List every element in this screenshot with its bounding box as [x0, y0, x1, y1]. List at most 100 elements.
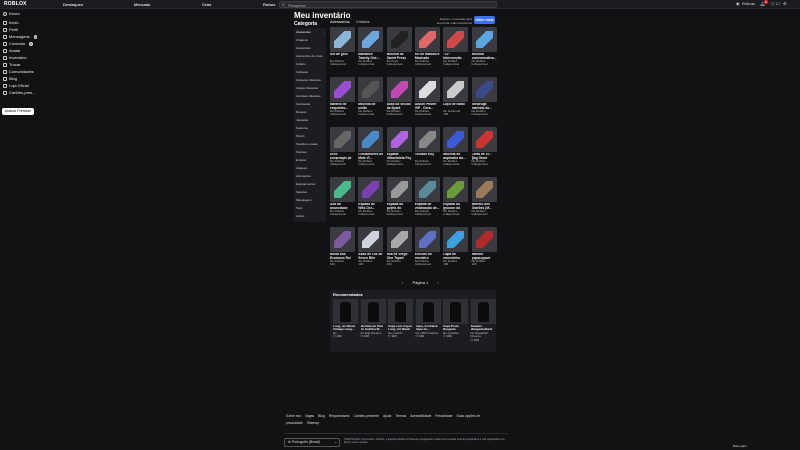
- inventory-item-card[interactable]: Espada de vindicação de... De Roblox Indis…: [414, 177, 440, 217]
- recommended-thumbnail[interactable]: [333, 299, 358, 324]
- footer-link[interactable]: Blog: [318, 414, 325, 418]
- category-item[interactable]: Chapéus: [296, 38, 308, 42]
- recommended-thumbnail[interactable]: [443, 299, 468, 324]
- footer-link[interactable]: Ajuda: [383, 414, 391, 418]
- item-thumbnail[interactable]: [330, 177, 355, 202]
- category-item[interactable]: Pacotes: [296, 150, 307, 154]
- inventory-item-card[interactable]: Asas de Luz de Seven Bite De Roblox 100: [358, 227, 384, 267]
- item-thumbnail[interactable]: [471, 227, 497, 252]
- sidebar-item-blog[interactable]: Blog: [3, 76, 17, 81]
- sidebar-item-messages[interactable]: Mensagens 1: [3, 34, 38, 39]
- inventory-item-card[interactable]: Espada de Wild-Oct... De Roblox Indisponív…: [358, 177, 384, 217]
- recommended-item-card[interactable]: Sweater Mangada Black Scena...De Nissa00…: [470, 299, 496, 342]
- inventory-item-card[interactable]: Álbum Poster VIP - Cera... De Roblox Indis…: [414, 77, 440, 117]
- nav-robux[interactable]: Robux: [263, 2, 275, 7]
- inventory-item-card[interactable]: Mochila de união De Roblox Indisponível: [358, 77, 384, 117]
- category-item[interactable]: Emotes: [296, 158, 306, 162]
- inventory-item-card[interactable]: Espada Ultravioleta Fey De Roblox Indispon…: [386, 127, 412, 167]
- item-thumbnail[interactable]: [443, 27, 469, 52]
- item-thumbnail[interactable]: [471, 77, 497, 102]
- get-more-button[interactable]: Obter mais: [474, 16, 495, 24]
- sidebar-item-connect[interactable]: Conectar 3: [3, 41, 33, 46]
- item-thumbnail[interactable]: [414, 127, 440, 152]
- inventory-item-card[interactable]: Bolsa dos Ecoíanos Rei De Roblox 100: [330, 227, 355, 267]
- item-thumbnail[interactable]: [386, 177, 412, 202]
- footer-link[interactable]: Sitemap: [307, 421, 319, 425]
- chat-button[interactable]: Bate-papo: [733, 444, 747, 448]
- category-item[interactable]: Ações: [296, 214, 304, 218]
- category-item[interactable]: Ataques: [296, 166, 307, 170]
- footer-link[interactable]: Acessibilidade: [410, 414, 431, 418]
- footer-link[interactable]: Responsáveis: [329, 414, 350, 418]
- inventory-item-card[interactable]: Arco encarnado de luminação A...De Roblo…: [330, 127, 355, 167]
- item-thumbnail[interactable]: [358, 27, 384, 52]
- category-item[interactable]: Animações: [296, 174, 311, 178]
- inventory-item-card[interactable]: Martelo espaçonave Super Sha...De Roblox…: [471, 227, 497, 267]
- recommended-thumbnail[interactable]: [470, 299, 496, 324]
- item-thumbnail[interactable]: [386, 27, 412, 52]
- roblox-logo[interactable]: ROBLOX: [4, 1, 27, 7]
- item-thumbnail[interactable]: [443, 127, 469, 152]
- sidebar-item-avatar[interactable]: Avatar: [3, 48, 21, 53]
- item-thumbnail[interactable]: [414, 27, 440, 52]
- sidebar-item-home[interactable]: Início: [3, 20, 19, 25]
- inventory-item-card[interactable]: Cristalesfera do Mais Vi... De Roblox Indi…: [358, 127, 384, 167]
- inventory-item-card[interactable]: Martelo dos Galeões (M... De Roblox Indisp…: [471, 177, 497, 217]
- gear-icon[interactable]: ⚙: [783, 1, 787, 6]
- inventory-item-card[interactable]: Kit de Manicure Machado De Roblox Indispon…: [414, 27, 440, 67]
- category-item[interactable]: Maquiagem: [296, 198, 312, 202]
- item-thumbnail[interactable]: [358, 127, 384, 152]
- category-item[interactable]: Tops: [296, 206, 302, 210]
- inventory-item-card[interactable]: Asa do anunciador De Roblox Indisponível: [330, 177, 355, 217]
- sidebar-item-profile-page[interactable]: Perfil: [3, 27, 18, 32]
- category-item[interactable]: Acessórios: [296, 30, 311, 34]
- inventory-item-card[interactable]: Carta de 10 - Bag Giant Bea...De RobloxI…: [471, 127, 497, 167]
- inventory-item-card[interactable]: Laço de Natal De Lurlinund 100: [443, 77, 469, 117]
- category-item[interactable]: Cabeças: [296, 70, 308, 74]
- item-thumbnail[interactable]: [471, 127, 497, 152]
- recommended-thumbnail[interactable]: [388, 299, 413, 324]
- category-item[interactable]: Sapatos: [296, 190, 307, 194]
- item-thumbnail[interactable]: [330, 27, 355, 52]
- sidebar-item-official-store[interactable]: Loja Oficial: [3, 83, 29, 88]
- category-item[interactable]: Calças clássicas: [296, 86, 318, 90]
- item-thumbnail[interactable]: [386, 227, 412, 252]
- item-thumbnail[interactable]: [358, 77, 384, 102]
- recommended-item-card[interactable]: Mochila de Pele de Galinha M... De Ellg D…: [360, 299, 386, 339]
- item-thumbnail[interactable]: [386, 77, 412, 102]
- recommended-item-card[interactable]: Capa Preta Rasgada De Queldes ⬡ 100: [443, 299, 468, 339]
- inventory-item-card[interactable]: Asa de Verge-Dior Taped De Roblox 100: [386, 227, 412, 267]
- category-item[interactable]: Jaquetas: [296, 118, 308, 122]
- category-item[interactable]: Shorts: [296, 134, 305, 138]
- category-item[interactable]: Cabelo: [296, 62, 306, 66]
- item-thumbnail[interactable]: [414, 227, 440, 252]
- item-thumbnail[interactable]: [471, 177, 497, 202]
- inventory-item-card[interactable]: "LV" Intervenção De Roblox Indisponível: [443, 27, 469, 67]
- item-thumbnail[interactable]: [414, 77, 440, 102]
- inventory-item-card[interactable]: Capa de emendeiro De Roblox 100: [443, 227, 469, 267]
- nav-mercado[interactable]: Mercado: [134, 2, 150, 7]
- inventory-item-card[interactable]: Set de gelo De Roblox Indisponível: [330, 27, 355, 67]
- sidebar-item-inventory[interactable]: Inventário: [3, 55, 27, 60]
- category-item[interactable]: Roupas: [296, 110, 306, 114]
- inventory-item-card[interactable]: Mochila de aspirador da... De Roblox Indis…: [443, 127, 469, 167]
- tab-created[interactable]: Criados: [356, 19, 370, 24]
- inventory-item-card[interactable]: Bandeira Twenty One... De Roblox Indisponí…: [358, 27, 384, 67]
- user-avatar-icon[interactable]: ◉: [736, 1, 740, 6]
- inventory-item-card[interactable]: Mochila comemorativa... De Roblox Indispon…: [471, 27, 497, 67]
- premium-button[interactable]: Assinar Premium: [2, 108, 34, 115]
- item-thumbnail[interactable]: [443, 177, 469, 202]
- inventory-item-card[interactable]: Escudo do vendeiro De Roblox Indisponível: [414, 227, 440, 267]
- search-bar[interactable]: ⌕ Pesquisar: [279, 1, 497, 8]
- item-thumbnail[interactable]: [443, 77, 469, 102]
- category-item[interactable]: Equipamentos: [296, 182, 315, 186]
- recommended-thumbnail[interactable]: [415, 299, 441, 324]
- next-page-button[interactable]: ›: [437, 280, 438, 285]
- inventory-item-card[interactable]: Teclado Key De Roblox Indisponível: [414, 127, 440, 167]
- language-select[interactable]: ⊕ Português (Brasil) ⌄: [284, 438, 340, 447]
- item-thumbnail[interactable]: [471, 27, 497, 52]
- prev-page-button[interactable]: ‹: [402, 280, 403, 285]
- nav-destaques[interactable]: Destaques: [63, 2, 83, 7]
- item-thumbnail[interactable]: [330, 227, 355, 252]
- sidebar-item-communities[interactable]: Comunidades: [3, 69, 34, 74]
